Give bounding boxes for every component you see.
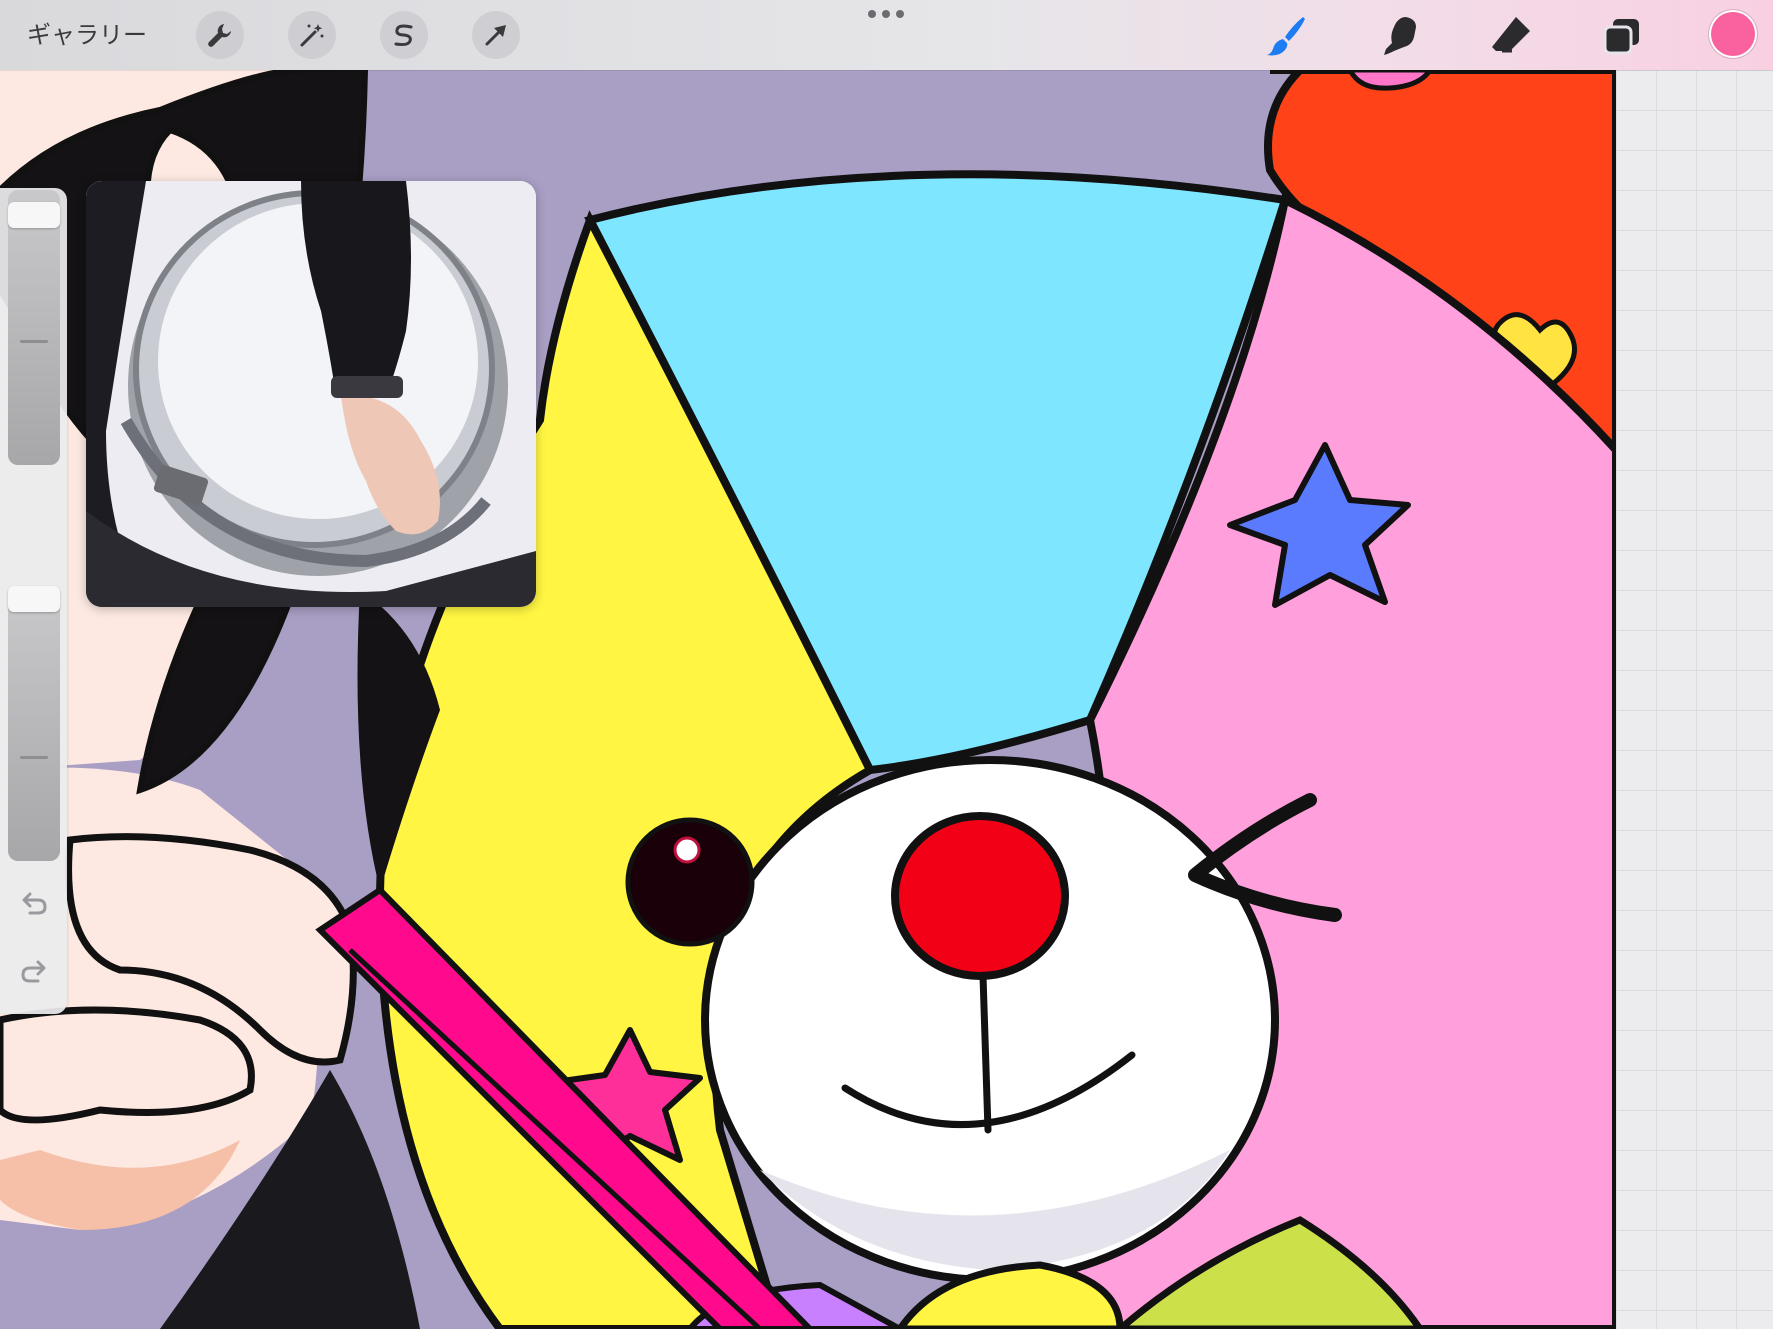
photo-wristband: [331, 376, 403, 398]
smudge-tool-button[interactable]: [1374, 11, 1424, 61]
color-picker-button[interactable]: [1709, 10, 1757, 58]
transform-button[interactable]: [472, 11, 520, 59]
undo-button[interactable]: [18, 888, 50, 920]
opacity-thumb[interactable]: [8, 586, 60, 612]
undo-arrow-icon: [22, 892, 47, 915]
opacity-slider[interactable]: [8, 586, 60, 861]
left-sidebar: [0, 188, 67, 1014]
eraser-tool-button[interactable]: [1486, 11, 1536, 61]
bear-nose: [891, 812, 1069, 980]
layers-button[interactable]: [1597, 11, 1647, 61]
brush-size-mark: [20, 340, 48, 343]
reference-photo: [86, 181, 536, 607]
eye-highlight: [673, 836, 701, 864]
brush-size-thumb[interactable]: [8, 202, 60, 228]
selection-button[interactable]: [380, 11, 428, 59]
nose-line: [979, 972, 992, 1134]
brush-size-slider[interactable]: [8, 190, 60, 465]
brush-tool-button[interactable]: [1261, 11, 1311, 61]
opacity-mark: [20, 756, 48, 759]
wrench-icon: [208, 24, 231, 47]
adjustments-button[interactable]: [288, 11, 336, 59]
layers-icon: [1603, 19, 1639, 55]
redo-arrow-icon: [21, 960, 46, 983]
actions-button[interactable]: [196, 11, 244, 59]
brush-icon: [1267, 17, 1305, 56]
gallery-button[interactable]: ギャラリー: [27, 17, 147, 53]
selection-s-icon: [394, 24, 413, 47]
smudge-finger-icon: [1384, 17, 1416, 55]
girl-finger-bottom: [0, 1006, 255, 1124]
reference-window[interactable]: [86, 181, 536, 607]
arrow-cursor-icon: [485, 25, 506, 46]
toolbar-drag-handle[interactable]: [868, 10, 904, 24]
canvas-margin: [1616, 70, 1773, 1329]
eraser-icon: [1492, 17, 1530, 53]
magic-wand-icon: [300, 24, 324, 47]
top-toolbar: ギャラリー: [0, 0, 1773, 70]
redo-button[interactable]: [18, 956, 50, 988]
